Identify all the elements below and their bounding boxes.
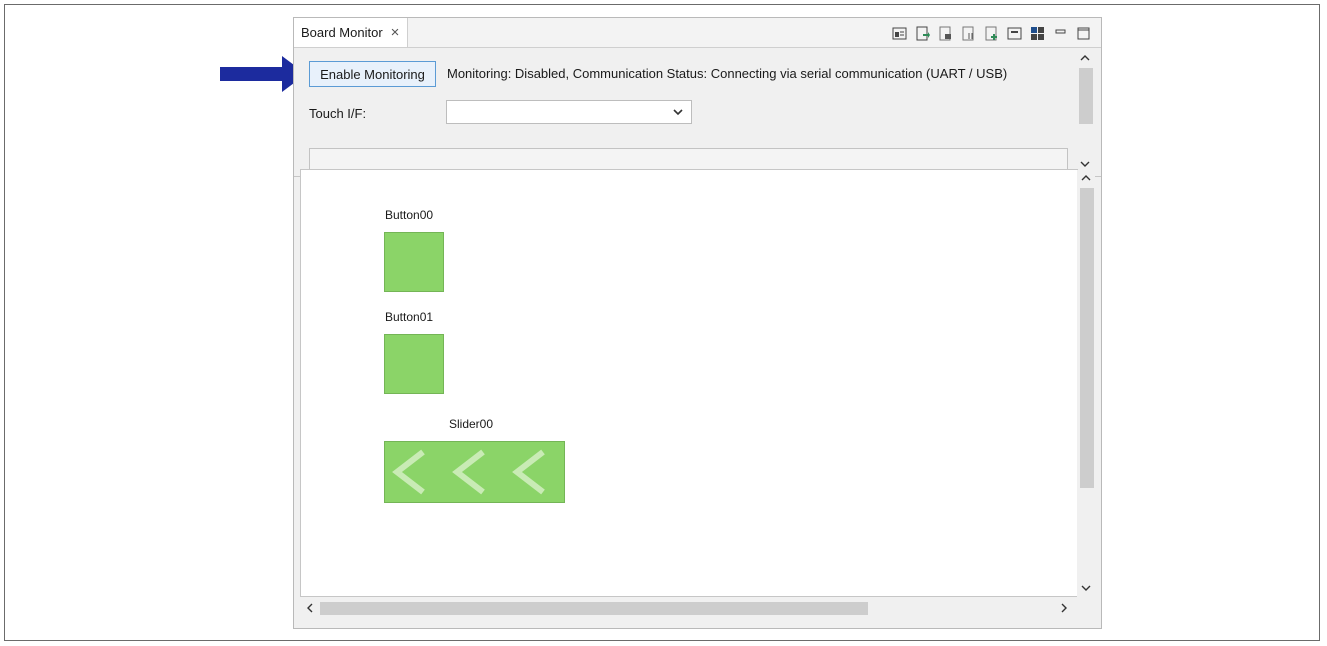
widget-label-slider00: Slider00	[449, 417, 494, 431]
tab-board-monitor[interactable]: Board Monitor ×	[294, 18, 409, 47]
chevron-right-icon[interactable]	[1058, 602, 1070, 614]
touch-slider-slider00[interactable]	[384, 441, 565, 503]
slider-chevrons-icon	[392, 449, 545, 495]
progress-bar	[309, 148, 1068, 170]
scroll-thumb[interactable]	[1079, 68, 1093, 124]
scroll-thumb[interactable]	[1080, 188, 1094, 488]
view-toolbar	[892, 25, 1091, 41]
panel-icon[interactable]	[1007, 26, 1022, 41]
grid-icon[interactable]	[1030, 26, 1045, 41]
controls-scrollbar[interactable]	[1076, 48, 1094, 174]
add-icon[interactable]	[984, 26, 999, 41]
columns-icon[interactable]	[961, 26, 976, 41]
scroll-thumb[interactable]	[320, 602, 868, 615]
canvas-horizontal-scrollbar[interactable]	[300, 598, 1078, 618]
chevron-left-icon[interactable]	[304, 602, 316, 614]
chevron-up-icon[interactable]	[1080, 172, 1092, 184]
close-icon[interactable]: ×	[391, 25, 400, 40]
chevron-down-icon[interactable]	[1080, 582, 1092, 594]
chevron-down-icon	[673, 109, 683, 116]
chevron-up-icon[interactable]	[1079, 52, 1091, 64]
touch-button-button01[interactable]	[384, 334, 444, 394]
touch-button-button00[interactable]	[384, 232, 444, 292]
chevron-down-icon[interactable]	[1079, 158, 1091, 170]
widget-label-button01: Button01	[385, 310, 434, 324]
enable-monitoring-button[interactable]: Enable Monitoring	[309, 61, 436, 87]
canvas-vertical-scrollbar[interactable]	[1077, 170, 1095, 597]
export-icon[interactable]	[915, 26, 930, 41]
layout-icon[interactable]	[938, 26, 953, 41]
touch-if-label: Touch I/F:	[309, 106, 367, 121]
board-monitor-panel: Board Monitor × Enable Monitoring Monito…	[293, 17, 1102, 629]
monitor-controls: Enable Monitoring Monitoring: Disabled, …	[294, 48, 1101, 177]
show-view-icon[interactable]	[892, 26, 907, 41]
touch-canvas: Button00 Button01 Slider00	[300, 169, 1078, 597]
widget-label-button00: Button00	[385, 208, 434, 222]
monitoring-status: Monitoring: Disabled, Communication Stat…	[447, 66, 1008, 81]
maximize-icon[interactable]	[1076, 26, 1091, 41]
tab-title: Board Monitor	[301, 25, 383, 40]
touch-if-select[interactable]	[446, 100, 692, 124]
minimize-icon[interactable]	[1053, 26, 1068, 41]
tab-bar: Board Monitor ×	[294, 18, 1101, 48]
